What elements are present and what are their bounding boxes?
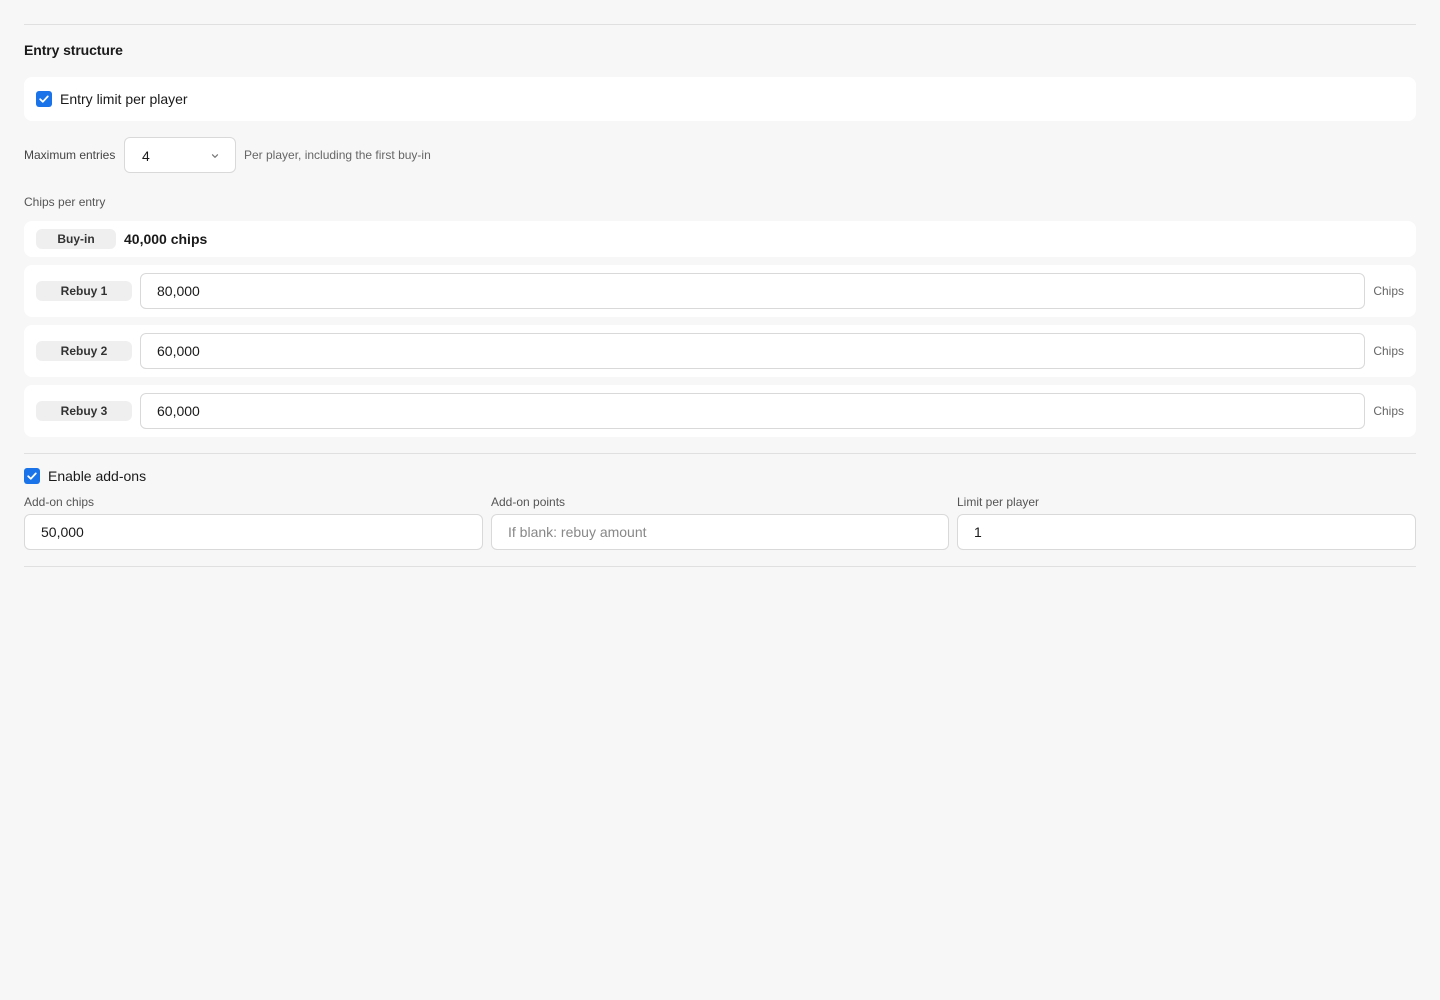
rebuy-unit: Chips — [1373, 404, 1404, 418]
check-icon — [39, 95, 49, 103]
limit-per-player-label: Limit per player — [957, 495, 1040, 509]
rebuy-1-input[interactable] — [140, 273, 1365, 309]
rebuy-pill: Rebuy 1 — [36, 281, 132, 301]
rebuy-2-input[interactable] — [140, 333, 1365, 369]
entry-limit-checkbox[interactable] — [36, 91, 52, 107]
enable-addons-checkbox[interactable] — [24, 468, 40, 484]
maximum-entries-select[interactable]: 4 — [124, 137, 236, 173]
rebuy-row: Rebuy 3 Chips — [24, 385, 1416, 437]
section-title: Entry structure — [24, 42, 123, 58]
limit-per-player-input[interactable] — [957, 514, 1416, 550]
buyin-value: 40,000 chips — [124, 231, 208, 247]
addon-chips-label: Add-on chips — [24, 495, 95, 509]
addon-points-label: Add-on points — [491, 495, 566, 509]
rebuy-pill: Rebuy 2 — [36, 341, 132, 361]
entry-limit-label[interactable]: Entry limit per player — [60, 91, 188, 107]
addons-divider — [24, 453, 1416, 454]
rebuy-row: Rebuy 1 Chips — [24, 265, 1416, 317]
enable-addons-label[interactable]: Enable add-ons — [48, 468, 146, 484]
rebuy-row: Rebuy 2 Chips — [24, 325, 1416, 377]
buyin-pill: Buy-in — [36, 229, 116, 249]
top-divider — [24, 24, 1416, 25]
bottom-divider — [24, 566, 1416, 567]
page: Entry structure Entry limit per player M… — [0, 0, 1440, 1000]
addon-chips-input[interactable] — [24, 514, 483, 550]
rebuy-pill: Rebuy 3 — [36, 401, 132, 421]
addon-points-input[interactable] — [491, 514, 949, 550]
rebuy-unit: Chips — [1373, 344, 1404, 358]
entry-limit-card: Entry limit per player — [24, 77, 1416, 121]
buyin-card: Buy-in 40,000 chips — [24, 221, 1416, 257]
maximum-entries-label: Maximum entries — [24, 148, 116, 162]
maximum-entries-hint: Per player, including the first buy-in — [244, 148, 431, 162]
chevron-down-icon — [211, 154, 219, 158]
rebuy-unit: Chips — [1373, 284, 1404, 298]
maximum-entries-value: 4 — [142, 148, 150, 164]
rebuy-3-input[interactable] — [140, 393, 1365, 429]
check-icon — [27, 472, 37, 480]
chips-per-entry-label: Chips per entry — [24, 195, 106, 209]
